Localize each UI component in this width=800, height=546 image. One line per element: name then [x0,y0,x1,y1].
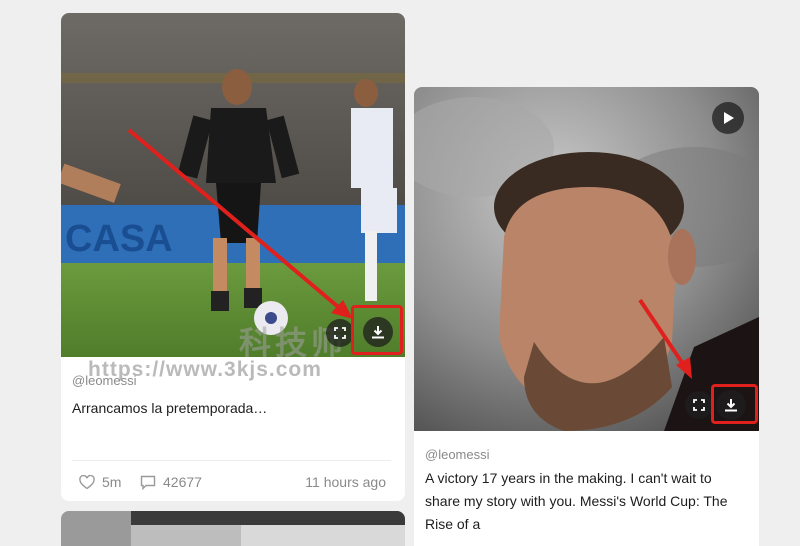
post-image[interactable]: CASA 科技师 [61,13,405,357]
stadium-photo [61,511,405,546]
post-card[interactable]: @leomessi A victory 17 years in the maki… [414,87,759,546]
expand-icon [334,327,346,339]
download-highlight [711,384,758,424]
watermark-url: https://www.3kjs.com [88,358,322,381]
post-caption: Arrancamos la pretemporada… [72,400,268,416]
likes-count: 5m [102,474,122,490]
likes-stat[interactable]: 5m [79,474,121,490]
post-caption: A victory 17 years in the making. I can'… [425,470,728,532]
post-time: 11 hours ago [305,474,386,490]
post-image[interactable] [61,511,405,546]
post-card[interactable]: CASA 科技师 @leomessi Arrancamos la pretemp… [61,13,405,501]
expand-icon [693,399,705,411]
portrait-photo [414,87,759,431]
svg-text:CASA: CASA [65,218,173,260]
comment-icon [140,475,156,490]
comments-stat[interactable]: 42677 [140,474,202,490]
expand-button[interactable] [685,391,713,419]
download-highlight [351,305,403,355]
post-video[interactable] [414,87,759,431]
expand-button[interactable] [326,319,354,347]
post-footer: 5m 42677 11 hours ago [72,460,391,500]
comments-count: 42677 [163,474,202,490]
post-card[interactable] [61,511,405,546]
play-icon [724,112,734,124]
heart-icon [79,474,95,489]
post-handle[interactable]: @leomessi [425,447,490,462]
play-button[interactable] [712,102,744,134]
